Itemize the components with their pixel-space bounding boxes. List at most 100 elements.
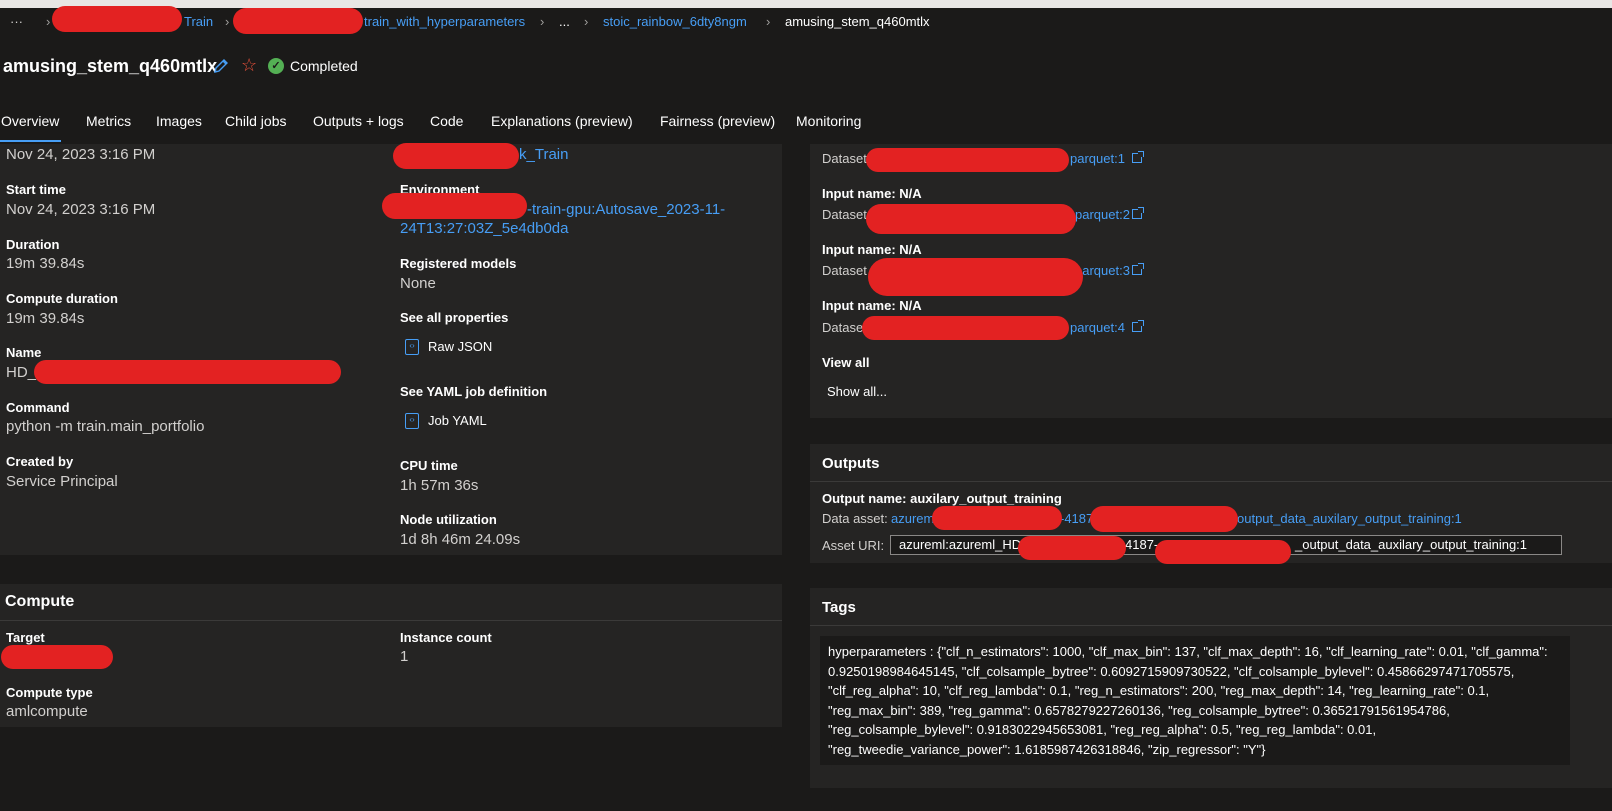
breadcrumb-item-current: amusing_stem_q460mtlx bbox=[785, 14, 930, 29]
breadcrumb-ellipsis[interactable]: ... bbox=[559, 14, 570, 29]
redaction-mark bbox=[1, 645, 113, 669]
tab-code[interactable]: Code bbox=[430, 113, 463, 129]
node-utilization-label: Node utilization bbox=[400, 512, 497, 527]
registered-models-value: None bbox=[400, 275, 436, 292]
tab-child-jobs[interactable]: Child jobs bbox=[225, 113, 286, 129]
tab-outputs-logs[interactable]: Outputs + logs bbox=[313, 113, 404, 129]
data-asset-link-mid[interactable]: -4187 bbox=[1060, 511, 1093, 526]
command-value: python -m train.main_portfolio bbox=[6, 418, 205, 435]
redaction-mark bbox=[868, 258, 1083, 296]
output-name-label: Output name: auxilary_output_training bbox=[822, 491, 1062, 506]
pencil-icon[interactable] bbox=[212, 57, 232, 77]
tab-fairness[interactable]: Fairness (preview) bbox=[660, 113, 775, 129]
cpu-time-value: 1h 57m 36s bbox=[400, 477, 479, 494]
redaction-mark bbox=[393, 143, 519, 169]
asset-uri-end: _output_data_auxilary_output_training:1 bbox=[1295, 537, 1528, 552]
redaction-mark bbox=[866, 204, 1076, 234]
redaction-mark bbox=[1018, 536, 1126, 560]
tab-monitoring[interactable]: Monitoring bbox=[796, 113, 861, 129]
input-name-label: Input name: N/A bbox=[822, 298, 922, 313]
cpu-time-label: CPU time bbox=[400, 458, 458, 473]
name-label: Name bbox=[6, 345, 42, 360]
see-all-properties-label: See all properties bbox=[400, 310, 509, 325]
tab-explanations[interactable]: Explanations (preview) bbox=[491, 113, 633, 129]
compute-duration-value: 19m 39.84s bbox=[6, 310, 85, 327]
instance-count-value: 1 bbox=[400, 648, 409, 665]
data-asset-label: Data asset: bbox=[822, 511, 888, 526]
data-asset-link-end[interactable]: output_data_auxilary_output_training:1 bbox=[1237, 511, 1462, 526]
redaction-mark bbox=[862, 316, 1069, 340]
dataset-link[interactable]: parquet:4 bbox=[1070, 320, 1125, 335]
data-asset-link-start[interactable]: azureml bbox=[891, 511, 937, 526]
check-circle-icon: ✓ bbox=[268, 58, 284, 74]
asset-uri-mid: 4187- bbox=[1125, 537, 1159, 552]
view-all-label: View all bbox=[822, 355, 870, 370]
page-title: amusing_stem_q460mtlx bbox=[3, 56, 218, 76]
target-label: Target bbox=[6, 630, 45, 645]
raw-json-button[interactable]: Raw JSON bbox=[428, 339, 492, 354]
node-utilization-value: 1d 8h 46m 24.09s bbox=[400, 531, 521, 548]
divider bbox=[810, 625, 1612, 626]
input-name-label: Input name: N/A bbox=[822, 242, 922, 257]
redaction-mark bbox=[382, 193, 527, 219]
external-link-icon[interactable] bbox=[1132, 263, 1144, 275]
active-tab-indicator bbox=[0, 140, 61, 142]
environment-link-line1[interactable]: -train-gpu:Autosave_2023-11- bbox=[527, 201, 725, 218]
redaction-mark bbox=[1090, 506, 1238, 532]
name-value: HD_ bbox=[6, 364, 37, 381]
redaction-mark bbox=[932, 506, 1062, 530]
external-link-icon[interactable] bbox=[1132, 207, 1144, 219]
dataset-label: Datase bbox=[822, 320, 864, 335]
created-on-value: Nov 24, 2023 3:16 PM bbox=[6, 146, 156, 163]
code-document-icon: ‹› bbox=[405, 413, 419, 429]
tab-overview[interactable]: Overview bbox=[1, 113, 59, 129]
chevron-right-icon: › bbox=[46, 14, 51, 29]
registered-models-label: Registered models bbox=[400, 256, 517, 271]
experiment-link[interactable]: k_Train bbox=[519, 146, 568, 163]
divider bbox=[0, 620, 782, 621]
chevron-right-icon: › bbox=[225, 14, 230, 29]
chevron-right-icon: › bbox=[540, 14, 545, 29]
breadcrumb-item-train[interactable]: Train bbox=[184, 14, 213, 29]
external-link-icon[interactable] bbox=[1132, 320, 1144, 332]
window-top-border bbox=[0, 0, 1612, 8]
breadcrumb-item-parent-job[interactable]: stoic_rainbow_6dty8ngm bbox=[603, 14, 747, 29]
instance-count-label: Instance count bbox=[400, 630, 492, 645]
duration-value: 19m 39.84s bbox=[6, 255, 85, 272]
environment-link-line2[interactable]: 24T13:27:03Z_5e4db0da bbox=[400, 220, 568, 237]
redaction-mark bbox=[866, 148, 1069, 172]
compute-duration-label: Compute duration bbox=[6, 291, 118, 306]
code-document-icon: ‹› bbox=[405, 339, 419, 355]
tags-panel: Tags hyperparameters : {"clf_n_estimator… bbox=[810, 588, 1612, 788]
dataset-link[interactable]: parquet:2 bbox=[1075, 207, 1130, 222]
redaction-mark bbox=[233, 8, 363, 34]
duration-label: Duration bbox=[6, 237, 60, 252]
tab-images[interactable]: Images bbox=[156, 113, 202, 129]
asset-uri-label: Asset URI: bbox=[822, 538, 885, 553]
compute-title: Compute bbox=[5, 593, 75, 610]
breadcrumb-more-button[interactable]: ··· bbox=[10, 14, 23, 29]
created-by-value: Service Principal bbox=[6, 473, 118, 490]
dataset-label: Dataset bbox=[822, 207, 867, 222]
asset-uri-start: azureml:azureml_HD bbox=[899, 537, 1022, 552]
tag-hyperparameters: hyperparameters : {"clf_n_estimators": 1… bbox=[820, 636, 1570, 765]
redaction-mark bbox=[52, 6, 182, 32]
status-label: Completed bbox=[290, 58, 358, 74]
job-yaml-button[interactable]: Job YAML bbox=[428, 413, 487, 428]
chevron-right-icon: › bbox=[584, 14, 589, 29]
dataset-link[interactable]: parquet:1 bbox=[1070, 151, 1125, 166]
dataset-label: Dataset bbox=[822, 151, 867, 166]
star-icon[interactable]: ☆ bbox=[241, 55, 257, 76]
compute-panel: Compute Target Instance count 1 Compute … bbox=[0, 584, 782, 727]
external-link-icon[interactable] bbox=[1132, 151, 1144, 163]
dataset-link[interactable]: parquet:3 bbox=[1075, 263, 1130, 278]
divider bbox=[810, 481, 1612, 482]
command-label: Command bbox=[6, 400, 70, 415]
tab-metrics[interactable]: Metrics bbox=[86, 113, 131, 129]
dataset-label: Dataset bbox=[822, 263, 867, 278]
breadcrumb-item-train-with-hyperparameters[interactable]: train_with_hyperparameters bbox=[364, 14, 525, 29]
show-all-button[interactable]: Show all... bbox=[827, 384, 887, 399]
see-yaml-label: See YAML job definition bbox=[400, 384, 548, 399]
compute-type-value: amlcompute bbox=[6, 703, 88, 720]
outputs-title: Outputs bbox=[822, 455, 880, 472]
